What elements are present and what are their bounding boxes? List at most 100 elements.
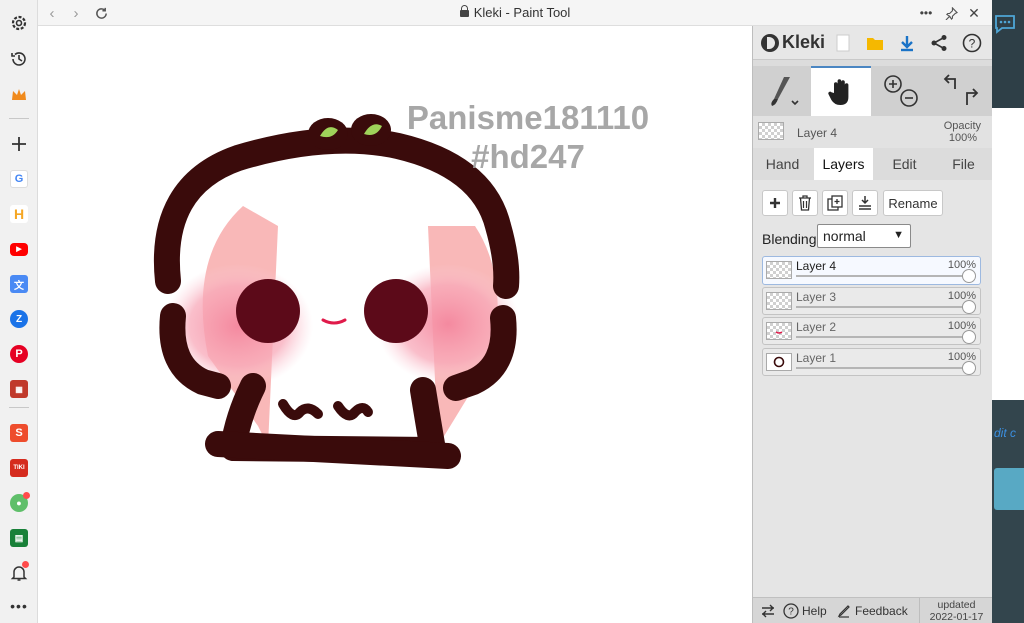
open-folder-icon[interactable] xyxy=(863,31,887,55)
tiki-tet-icon[interactable]: TIKI xyxy=(7,456,31,480)
hand-tool[interactable] xyxy=(811,66,871,116)
layer-thumbnail xyxy=(766,292,792,310)
undo-icon xyxy=(943,74,956,89)
plus-icon xyxy=(770,198,780,208)
updated-info: updated 2022-01-17 xyxy=(919,598,993,623)
close-icon[interactable]: ✕ xyxy=(964,3,984,23)
hh-icon[interactable]: H xyxy=(7,202,31,226)
youtube-icon[interactable]: ▶ xyxy=(7,237,31,261)
lock-icon xyxy=(459,5,469,17)
more-icon[interactable]: ••• xyxy=(7,594,31,618)
feedback-icon xyxy=(837,604,850,618)
layer-opacity-handle[interactable] xyxy=(962,361,976,375)
google-icon[interactable]: G xyxy=(7,167,31,191)
tab-file[interactable]: File xyxy=(934,148,993,180)
brand-row: Kleki ? xyxy=(753,26,993,60)
settings-icon[interactable] xyxy=(7,11,31,35)
layer-opacity-slider[interactable] xyxy=(796,367,970,369)
layer-thumbnail xyxy=(766,261,792,279)
current-layer-name: Layer 4 xyxy=(797,126,838,140)
tab-layers[interactable]: Layers xyxy=(814,148,873,180)
download-icon[interactable] xyxy=(895,31,919,55)
current-layer-info: Layer 4 Opacity 100% xyxy=(753,116,993,148)
layer-item-4[interactable]: Layer 4 100% xyxy=(762,256,981,285)
shopee-tet-icon[interactable]: S xyxy=(7,421,31,445)
zoom-controls xyxy=(873,66,929,116)
watermark-line-1: Panisme181110 xyxy=(407,99,649,136)
duplicate-icon xyxy=(827,195,843,211)
rename-button[interactable]: Rename xyxy=(883,190,943,216)
crown-icon[interactable] xyxy=(7,83,31,107)
pinterest-icon[interactable]: P xyxy=(7,342,31,366)
add-icon[interactable] xyxy=(7,132,31,156)
help-button[interactable]: ? Help xyxy=(783,602,837,619)
layer-opacity-slider[interactable] xyxy=(796,306,970,308)
browser-sidebar: G H ▶ 文 Z P ▦ S TIKI ● ▤ ••• xyxy=(0,0,38,623)
panel-bottom-bar: ? Help Feedback updated 2022-01-17 xyxy=(753,597,993,623)
layer-item-1[interactable]: Layer 1 100% xyxy=(762,348,981,376)
layer-item-3[interactable]: Layer 3 100% xyxy=(762,287,981,315)
brush-icon xyxy=(771,77,799,106)
blending-label: Blending xyxy=(762,231,817,247)
layer-opacity-slider[interactable] xyxy=(796,275,970,277)
tab-edit[interactable]: Edit xyxy=(875,148,934,180)
merge-down-button[interactable] xyxy=(852,190,878,216)
kleki-panel: Kleki ? Layer 4 Opacity 100% Hand Layers… xyxy=(752,26,993,623)
artwork: Panisme181110 #hd247 xyxy=(153,99,649,469)
chat-icon[interactable] xyxy=(994,14,1016,37)
current-layer-thumbnail xyxy=(758,122,784,140)
pin-icon[interactable] xyxy=(941,3,961,23)
undo-redo-controls xyxy=(931,66,991,116)
svg-text:?: ? xyxy=(969,37,976,51)
svg-text:?: ? xyxy=(788,606,794,617)
browser-top-bar: ‹ › Kleki - Paint Tool ••• ✕ xyxy=(38,0,992,26)
background-button xyxy=(994,468,1024,510)
background-page-footer: dit c xyxy=(992,400,1024,623)
layer-item-2[interactable]: Layer 2 100% xyxy=(762,317,981,345)
help-icon: ? xyxy=(783,602,799,619)
trash-icon xyxy=(799,195,811,211)
layer-thumbnail xyxy=(766,353,792,371)
background-link-text: dit c xyxy=(994,426,1017,440)
swap-side-icon[interactable] xyxy=(753,604,783,618)
panel-tabs: Hand Layers Edit File xyxy=(753,148,993,180)
translate-icon[interactable]: 文 xyxy=(7,272,31,296)
opacity-value: 100% xyxy=(948,132,977,144)
blending-select[interactable]: normal ▼ xyxy=(817,224,911,248)
kleki-logo-icon xyxy=(761,33,779,52)
extension-icon[interactable]: ● xyxy=(7,491,31,515)
more-options-icon[interactable]: ••• xyxy=(916,3,936,23)
zoom-out-icon xyxy=(900,89,918,107)
chevron-down-icon: ▼ xyxy=(893,229,904,241)
tool-row xyxy=(753,66,993,116)
history-icon[interactable] xyxy=(7,47,31,71)
zoom-in-icon xyxy=(884,75,902,93)
help-circle-icon[interactable]: ? xyxy=(960,31,984,55)
opacity-label: Opacity xyxy=(943,120,981,132)
sheets-icon[interactable]: ▤ xyxy=(7,526,31,550)
add-layer-button[interactable] xyxy=(762,190,788,216)
merge-down-icon xyxy=(859,196,871,210)
cambridge-icon[interactable]: ▦ xyxy=(7,377,31,401)
screen: G H ▶ 文 Z P ▦ S TIKI ● ▤ ••• ‹ › Kleki -… xyxy=(0,0,1024,623)
layer-opacity-slider[interactable] xyxy=(796,336,970,338)
new-file-icon[interactable] xyxy=(831,31,855,55)
notifications-icon[interactable] xyxy=(7,561,31,585)
kleki-logo[interactable]: Kleki xyxy=(761,32,825,53)
drawing-canvas[interactable]: Panisme181110 #hd247 xyxy=(38,26,752,623)
duplicate-layer-button[interactable] xyxy=(822,190,848,216)
brush-tool[interactable] xyxy=(753,66,811,116)
page-title: Kleki - Paint Tool xyxy=(38,5,992,20)
delete-layer-button[interactable] xyxy=(792,190,818,216)
redo-icon xyxy=(966,88,979,105)
background-page-header xyxy=(992,0,1024,108)
layers-panel: Rename Blending normal ▼ Layer 4 100% La… xyxy=(753,180,993,597)
tab-hand[interactable]: Hand xyxy=(753,148,812,180)
layer-opacity-handle[interactable] xyxy=(962,269,976,283)
hand-icon xyxy=(828,79,849,105)
feedback-button[interactable]: Feedback xyxy=(837,604,919,618)
layer-opacity-handle[interactable] xyxy=(962,300,976,314)
zalo-icon[interactable]: Z xyxy=(7,307,31,331)
share-icon[interactable] xyxy=(927,31,951,55)
layer-opacity-handle[interactable] xyxy=(962,330,976,344)
